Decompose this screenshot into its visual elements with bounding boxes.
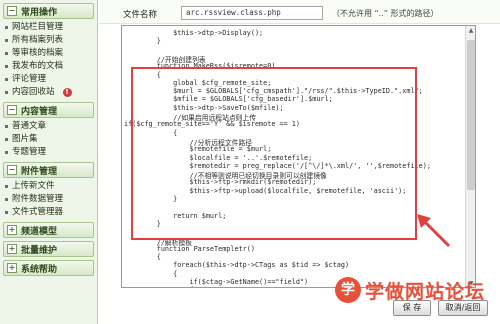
bullet-icon (5, 26, 8, 29)
sidebar-item[interactable]: 图片集 (5, 133, 97, 146)
sidebar-item[interactable]: 附件数据管理 (5, 193, 97, 206)
filename-hint: （不允许用 “..” 形式的路径） (332, 9, 439, 18)
sidebar-menu: 上传新文件附件数据管理 文件式管理器 (0, 180, 97, 219)
code-line: } (124, 37, 161, 46)
sidebar-item-label: 上传新文件 (12, 181, 55, 191)
sidebar-item[interactable]: 等审核的档案 (5, 47, 97, 60)
sidebar-item[interactable]: 我发布的文档 (5, 60, 97, 73)
cancel-button[interactable]: 取消/返回 (438, 300, 488, 316)
sidebar-item-label: 普通文章 (12, 121, 47, 131)
code-line: function ParseTempletr() (124, 244, 255, 253)
sidebar-item-label: 评论管理 (12, 74, 47, 84)
sidebar-item[interactable]: 专题管理 (5, 146, 97, 159)
collapse-icon[interactable]: − (7, 105, 17, 115)
sidebar-item[interactable]: 所有档案列表 (5, 34, 97, 47)
code-line: if($ctag->GetName()=="field") (124, 278, 309, 286)
code-line: $remotedir = preg_replace('/[^\/]*\.xml/… (124, 161, 431, 170)
code-line: $this->ftp->upload($localfile, $remotefi… (124, 186, 407, 195)
collapse-icon[interactable]: − (7, 165, 17, 175)
scroll-down-icon[interactable]: ▼ (466, 279, 475, 287)
sidebar-item-label: 网站栏目管理 (12, 22, 64, 32)
sidebar-section-title: 附件管理 (21, 166, 58, 177)
code-line: return $murl; (124, 211, 227, 220)
sidebar-section-4[interactable]: + 批量维护 (3, 241, 94, 257)
bullet-icon (5, 151, 8, 154)
sidebar-section-0[interactable]: − 常用操作 (3, 3, 94, 19)
bullet-icon (5, 78, 8, 81)
code-line: { (124, 286, 193, 287)
bullet-icon (5, 138, 8, 141)
code-line: $localfile = '..'.$remotefile; (124, 153, 313, 162)
code-line: $this->dtp->Display(); (124, 29, 264, 37)
code-line: { (124, 128, 178, 137)
sidebar-item-label: 等审核的档案 (12, 48, 64, 58)
filename-input[interactable]: arc.rssview.class.php (181, 6, 323, 20)
bullet-icon (5, 52, 8, 55)
expand-icon[interactable]: + (7, 225, 17, 235)
sidebar-item[interactable]: 网站栏目管理 (5, 21, 97, 34)
code-line: $remotefile = $murl; (124, 145, 272, 154)
sidebar-section-title: 内容管理 (21, 106, 58, 117)
sidebar-menu: 网站栏目管理 所有档案列表 等审核的档案 我发布的文档 评论管理内容回收站! (0, 21, 97, 99)
code-line: { (124, 269, 178, 278)
sidebar-item-label: 我发布的文档 (12, 61, 64, 71)
sidebar-item[interactable]: 上传新文件 (5, 180, 97, 193)
code-line: $this->ftp->rmkdir($remotedir); (124, 178, 317, 187)
sidebar-section-title: 常用操作 (21, 7, 58, 18)
main-panel: 文件名称 arc.rssview.class.php （不允许用 “..” 形式… (99, 0, 500, 324)
sidebar-section-title: 批量维护 (21, 245, 58, 256)
sidebar-item[interactable]: 内容回收站! (5, 86, 97, 99)
code-line: $mfile = $GLOBALS['cfg_basedir'].$murl; (124, 95, 333, 104)
code-line: global $cfg_remote_site; (124, 78, 272, 87)
sidebar-section-title: 频道模型 (21, 226, 58, 237)
warning-icon: ! (62, 88, 72, 97)
scroll-thumb[interactable] (467, 40, 475, 190)
sidebar-section-title: 系统帮助 (21, 264, 58, 275)
bullet-icon (5, 91, 8, 94)
code-line: if($cfg_remote_site=='Y' && $isremote ==… (124, 120, 300, 129)
code-line: $this->dtp->SaveTo($mfile); (124, 103, 284, 112)
sidebar-section-2[interactable]: − 附件管理 (3, 162, 94, 178)
code-textarea[interactable]: $this->dtp->Display(); } //开始创建列表 functi… (122, 26, 467, 287)
bullet-icon (5, 211, 8, 214)
sidebar-item[interactable]: 评论管理 (5, 73, 97, 86)
sidebar-item[interactable]: 文件式管理器 (5, 206, 97, 219)
sidebar-section-1[interactable]: − 内容管理 (3, 102, 94, 118)
bullet-icon (5, 185, 8, 188)
sidebar-item-label: 专题管理 (12, 147, 47, 157)
sidebar-item-label: 文件式管理器 (12, 207, 64, 217)
sidebar-item-label: 图片集 (12, 134, 38, 144)
code-line: $murl = $GLOBALS['cfg_cmspath']."/rss/".… (124, 87, 423, 96)
sidebar-section-3[interactable]: + 频道模型 (3, 222, 94, 238)
sidebar-item-label: 附件数据管理 (12, 194, 64, 204)
bullet-icon (5, 65, 8, 68)
save-button[interactable]: 保 存 (393, 300, 431, 316)
expand-icon[interactable]: + (7, 244, 17, 254)
scroll-up-icon[interactable]: ▲ (466, 26, 475, 36)
code-line: { (124, 253, 161, 262)
sidebar-menu: 普通文章图片集专题管理 (0, 120, 97, 159)
code-line: } (124, 219, 161, 228)
bullet-icon (5, 198, 8, 201)
bullet-icon (5, 39, 8, 42)
sidebar-item-label: 所有档案列表 (12, 35, 64, 45)
filename-label: 文件名称 (123, 10, 158, 20)
code-line: foreach($this->dtp->CTags as $tid => $ct… (124, 261, 350, 270)
bullet-icon (5, 125, 8, 128)
filename-bar: 文件名称 arc.rssview.class.php （不允许用 “..” 形式… (99, 0, 500, 24)
expand-icon[interactable]: + (7, 263, 17, 273)
editor-scrollbar[interactable]: ▲ ▼ (465, 26, 475, 287)
collapse-icon[interactable]: − (7, 6, 17, 16)
code-editor[interactable]: $this->dtp->Display(); } //开始创建列表 functi… (121, 25, 476, 288)
sidebar-item[interactable]: 普通文章 (5, 120, 97, 133)
code-line: { (124, 70, 161, 79)
sidebar-section-5[interactable]: + 系统帮助 (3, 260, 94, 276)
sidebar-item-label: 内容回收站 (12, 87, 55, 97)
sidebar: − 常用操作 网站栏目管理 所有档案列表 等审核的档案 我发布的文档 评论管理 内容回收站! −… (0, 0, 98, 324)
code-line: } (124, 195, 178, 203)
code-line: function MakeRss($isremote=0) (124, 62, 276, 71)
